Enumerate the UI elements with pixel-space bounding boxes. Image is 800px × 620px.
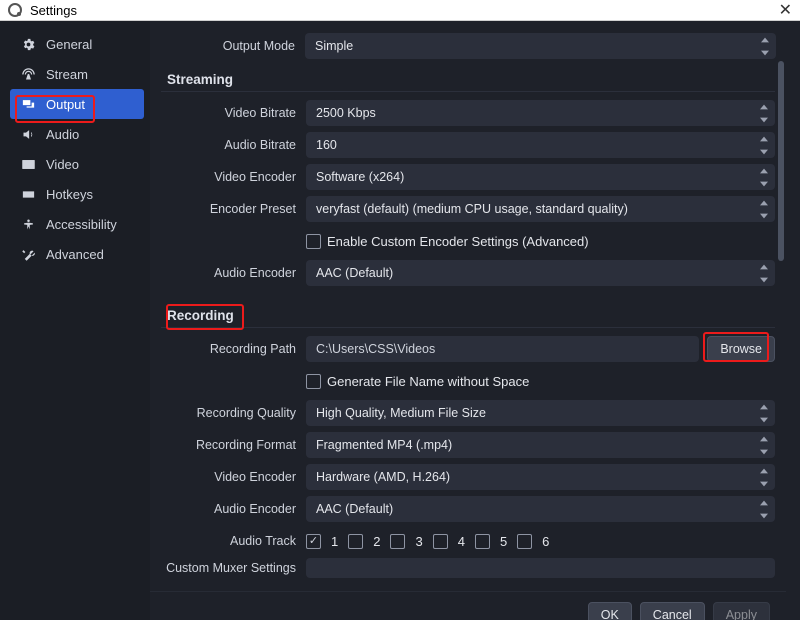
recording-heading: Recording: [161, 302, 240, 329]
recording-quality-value: High Quality, Medium File Size: [316, 406, 486, 420]
close-icon[interactable]: ✕: [779, 0, 792, 20]
sidebar-item-label: Advanced: [46, 247, 104, 262]
sidebar-item-advanced[interactable]: Advanced: [10, 239, 144, 269]
app-icon: [8, 3, 22, 17]
recording-group: Recording Recording Path C:\Users\CSS\Vi…: [160, 301, 776, 581]
sidebar-item-hotkeys[interactable]: Hotkeys: [10, 179, 144, 209]
cancel-button-label: Cancel: [653, 608, 692, 620]
output-icon: [20, 96, 36, 112]
encoder-preset-select[interactable]: veryfast (default) (medium CPU usage, st…: [306, 196, 775, 222]
recording-video-encoder-value: Hardware (AMD, H.264): [316, 470, 450, 484]
keyboard-icon: [20, 186, 36, 202]
recording-audio-encoder-select[interactable]: AAC (Default): [306, 496, 775, 522]
streaming-group: Streaming Video Bitrate 2500 Kbps Audio …: [160, 63, 776, 291]
sidebar-item-label: Video: [46, 157, 79, 172]
recording-quality-select[interactable]: High Quality, Medium File Size: [306, 400, 775, 426]
output-mode-select[interactable]: Simple: [305, 33, 776, 59]
signal-icon: [20, 66, 36, 82]
output-mode-label: Output Mode: [160, 39, 305, 53]
audio-track-checkbox-3[interactable]: [390, 534, 405, 549]
recording-audio-encoder-label: Audio Encoder: [161, 502, 306, 516]
sidebar-item-label: Audio: [46, 127, 79, 142]
video-encoder-select[interactable]: Software (x264): [306, 164, 775, 190]
sidebar: General Stream Output Audio Video Hotkey…: [0, 21, 150, 620]
audio-track-number: 1: [331, 534, 338, 549]
recording-video-encoder-label: Video Encoder: [161, 470, 306, 484]
footer: OK Cancel Apply: [150, 591, 786, 620]
audio-track-number: 5: [500, 534, 507, 549]
recording-path-label: Recording Path: [161, 342, 306, 356]
ok-button[interactable]: OK: [588, 602, 632, 620]
recording-audio-encoder-value: AAC (Default): [316, 502, 393, 516]
apply-button-label: Apply: [726, 608, 757, 620]
audio-track-checkbox-6[interactable]: [517, 534, 532, 549]
recording-format-label: Recording Format: [161, 438, 306, 452]
sidebar-item-general[interactable]: General: [10, 29, 144, 59]
audio-track-number: 4: [458, 534, 465, 549]
scroll-area[interactable]: Output Mode Simple Streaming Video Bitra…: [150, 31, 786, 591]
audio-track-checkbox-2[interactable]: [348, 534, 363, 549]
sidebar-item-label: Stream: [46, 67, 88, 82]
audio-track-number: 6: [542, 534, 549, 549]
titlebar: Settings ✕: [0, 0, 800, 21]
sidebar-item-output[interactable]: Output: [10, 89, 144, 119]
recording-quality-label: Recording Quality: [161, 406, 306, 420]
video-icon: [20, 156, 36, 172]
custom-muxer-label: Custom Muxer Settings: [161, 561, 306, 575]
recording-path-input[interactable]: C:\Users\CSS\Videos: [306, 336, 699, 362]
apply-button[interactable]: Apply: [713, 602, 770, 620]
recording-video-encoder-select[interactable]: Hardware (AMD, H.264): [306, 464, 775, 490]
video-bitrate-value: 2500 Kbps: [316, 106, 376, 120]
scrollbar-thumb[interactable]: [778, 61, 784, 261]
streaming-audio-encoder-select[interactable]: AAC (Default): [306, 260, 775, 286]
streaming-audio-encoder-label: Audio Encoder: [161, 266, 306, 280]
recording-format-select[interactable]: Fragmented MP4 (.mp4): [306, 432, 775, 458]
tools-icon: [20, 246, 36, 262]
sidebar-item-stream[interactable]: Stream: [10, 59, 144, 89]
custom-muxer-input[interactable]: [306, 558, 775, 578]
ok-button-label: OK: [601, 608, 619, 620]
streaming-audio-encoder-value: AAC (Default): [316, 266, 393, 280]
sidebar-item-accessibility[interactable]: Accessibility: [10, 209, 144, 239]
audio-icon: [20, 126, 36, 142]
audio-bitrate-value: 160: [316, 138, 337, 152]
settings-main: Output Mode Simple Streaming Video Bitra…: [150, 21, 800, 620]
filename-no-space-label: Generate File Name without Space: [327, 374, 529, 389]
recording-path-value: C:\Users\CSS\Videos: [316, 342, 435, 356]
sidebar-item-label: Output: [46, 97, 85, 112]
audio-track-checkbox-4[interactable]: [433, 534, 448, 549]
window-title: Settings: [30, 3, 77, 18]
recording-format-value: Fragmented MP4 (.mp4): [316, 438, 452, 452]
audio-track-group: 1 2 3 4 5 6: [306, 534, 775, 549]
custom-encoder-label: Enable Custom Encoder Settings (Advanced…: [327, 234, 589, 249]
video-bitrate-input[interactable]: 2500 Kbps: [306, 100, 775, 126]
custom-encoder-checkbox[interactable]: [306, 234, 321, 249]
sidebar-item-label: Accessibility: [46, 217, 117, 232]
audio-track-number: 3: [415, 534, 422, 549]
cancel-button[interactable]: Cancel: [640, 602, 705, 620]
encoder-preset-value: veryfast (default) (medium CPU usage, st…: [316, 202, 628, 216]
audio-track-label: Audio Track: [161, 534, 306, 548]
browse-button-label: Browse: [720, 342, 762, 356]
audio-bitrate-label: Audio Bitrate: [161, 138, 306, 152]
encoder-preset-label: Encoder Preset: [161, 202, 306, 216]
accessibility-icon: [20, 216, 36, 232]
sidebar-item-label: Hotkeys: [46, 187, 93, 202]
audio-track-checkbox-5[interactable]: [475, 534, 490, 549]
video-encoder-value: Software (x264): [316, 170, 404, 184]
audio-bitrate-select[interactable]: 160: [306, 132, 775, 158]
gear-icon: [20, 36, 36, 52]
sidebar-item-audio[interactable]: Audio: [10, 119, 144, 149]
sidebar-item-video[interactable]: Video: [10, 149, 144, 179]
audio-track-number: 2: [373, 534, 380, 549]
video-bitrate-label: Video Bitrate: [161, 106, 306, 120]
browse-button[interactable]: Browse: [707, 336, 775, 362]
streaming-heading: Streaming: [161, 64, 775, 93]
video-encoder-label: Video Encoder: [161, 170, 306, 184]
output-mode-value: Simple: [315, 39, 353, 53]
audio-track-checkbox-1[interactable]: [306, 534, 321, 549]
filename-no-space-checkbox[interactable]: [306, 374, 321, 389]
sidebar-item-label: General: [46, 37, 92, 52]
